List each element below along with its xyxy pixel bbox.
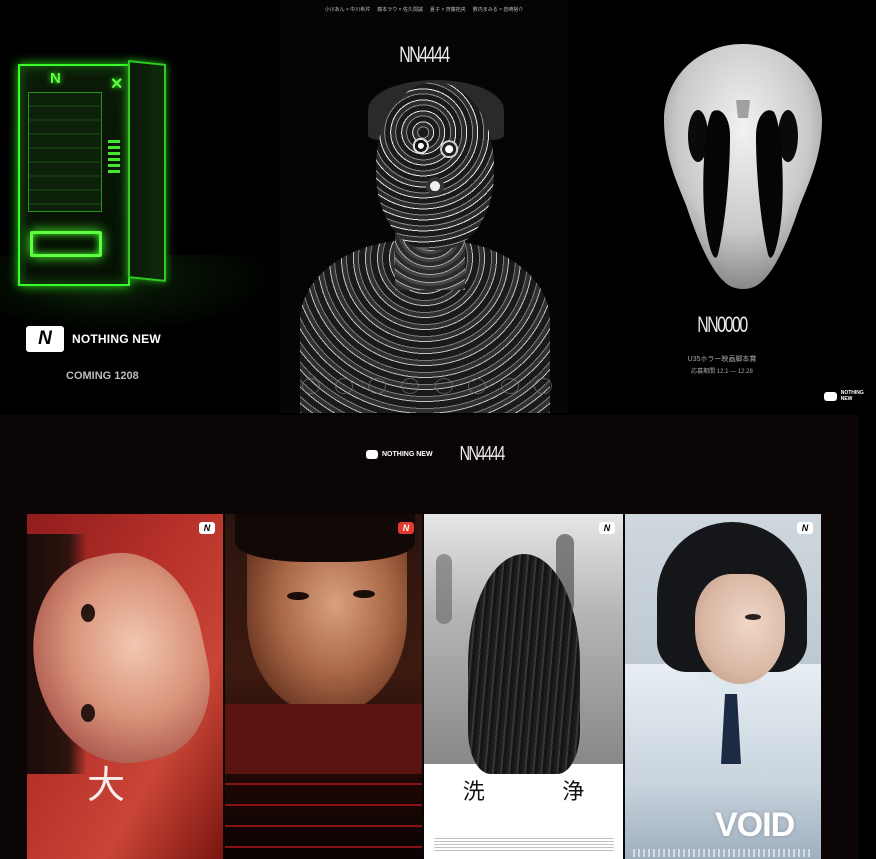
- fine-print: [434, 838, 614, 852]
- nothing-new-logo-icon: N: [26, 326, 64, 352]
- poster-title: VOID: [715, 806, 795, 844]
- poster-title: NN4444: [399, 42, 450, 67]
- nothing-new-logo-icon: N: [824, 391, 837, 401]
- brand-lockup: N NOTHING NEW: [26, 326, 161, 352]
- banner-title: NN4444: [459, 443, 505, 465]
- title-char: 浄: [558, 774, 589, 806]
- poster-subtitle: U35ホラー映画脚本賞: [687, 356, 757, 363]
- vending-machine-side: [128, 60, 166, 282]
- eye: [353, 590, 375, 598]
- poster-dates: 応募期間 12.1 — 12.28: [691, 369, 753, 375]
- nothing-new-logo-icon: N: [797, 522, 813, 534]
- title-char: 洗: [458, 774, 489, 806]
- patterned-face: [376, 82, 494, 250]
- skull-image: [664, 44, 822, 289]
- poster-credits: 小川あん × 中川希芹 藤本ラウ × 佐久間誠 夏子 × 齊藤拓央 數内まみる …: [280, 6, 568, 13]
- laurel-icon: [368, 378, 387, 394]
- festival-laurels: [302, 378, 552, 394]
- poster-void: VOID N: [625, 514, 821, 859]
- back-of-head: [468, 554, 580, 774]
- brand-name: NOTHING NEW: [382, 451, 433, 458]
- eye: [287, 592, 309, 600]
- nothing-new-logo-icon: N: [398, 522, 414, 534]
- laurel-icon: [467, 378, 486, 394]
- laurel-icon: [500, 378, 519, 394]
- skull-poster: NN0000 U35ホラー映画脚本賞 応募期間 12.1 — 12.28 N N…: [568, 0, 876, 415]
- vending-machine-keypad: [108, 140, 120, 176]
- brand-name: NOTHING NEW: [840, 390, 864, 402]
- eye: [81, 604, 95, 622]
- face: [695, 574, 785, 684]
- hair: [235, 514, 415, 562]
- poster-man-red-lines: N: [225, 514, 422, 859]
- poster-red-girl: 大 N: [27, 514, 223, 859]
- banner-header: N NOTHING NEW NN4444: [366, 443, 512, 466]
- nothing-new-logo-icon: N: [199, 522, 215, 534]
- fine-print: [633, 849, 813, 857]
- poster-title: 洗 浄: [424, 774, 623, 806]
- nothing-new-logo-icon: N: [366, 450, 378, 459]
- nothing-new-logo-icon: N: [599, 522, 615, 534]
- coming-date: COMING 1208: [66, 370, 139, 382]
- credit: 藤本ラウ × 佐久間誠: [377, 7, 423, 13]
- brand-name: NOTHING NEW: [72, 332, 161, 346]
- credit: 小川あん × 中川希芹: [324, 7, 371, 13]
- laurel-icon: [335, 378, 354, 394]
- laurel-icon: [401, 378, 420, 394]
- vending-logo-n: N: [50, 70, 61, 87]
- vending-logo-x: ✕: [110, 76, 124, 93]
- vending-machine-poster: N ✕ N NOTHING NEW COMING 1208: [0, 0, 280, 415]
- laurel-icon: [434, 378, 453, 394]
- vending-machine-window: [28, 92, 102, 212]
- vending-machine-slot: [30, 231, 102, 257]
- credit: 夏子 × 齊藤拓央: [430, 7, 466, 13]
- poster-glyph: 大: [87, 763, 126, 807]
- poster-washing: 洗 浄 N: [424, 514, 623, 859]
- laurel-icon: [302, 378, 320, 394]
- credit: 數内まみる × 岩崎裕介: [472, 7, 524, 13]
- red-glitch-lines: [225, 774, 422, 859]
- face-poster: 小川あん × 中川希芹 藤本ラウ × 佐久間誠 夏子 × 齊藤拓央 數内まみる …: [280, 0, 568, 413]
- eye: [81, 704, 95, 722]
- brand-lockup: N NOTHING NEW: [366, 450, 433, 459]
- poster-title: NN0000: [697, 312, 748, 337]
- background-figure: [436, 554, 452, 624]
- brand-lockup: N NOTHING NEW: [824, 390, 876, 402]
- eye: [745, 614, 761, 620]
- shirt: [225, 704, 422, 774]
- laurel-icon: [533, 378, 552, 394]
